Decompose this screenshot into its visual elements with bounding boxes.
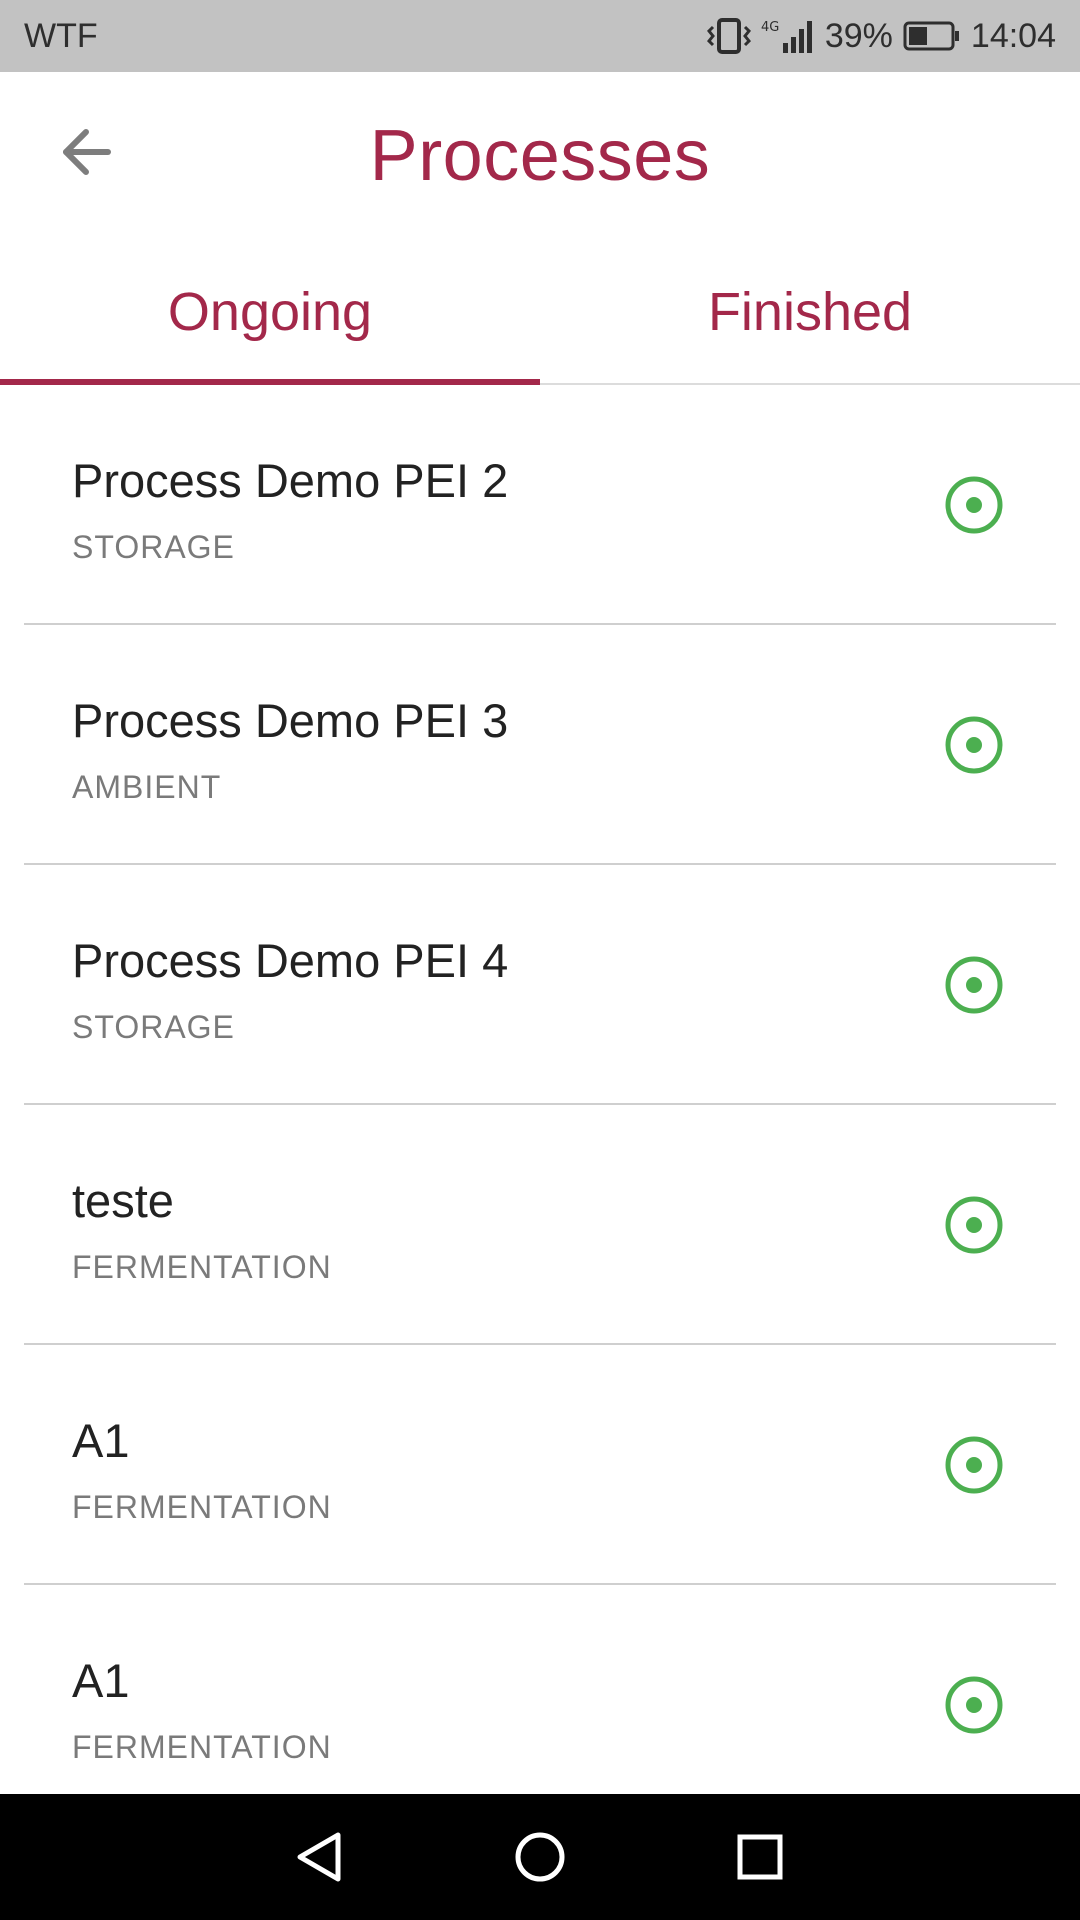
radio-active-icon xyxy=(945,1436,1003,1494)
radio-active-icon xyxy=(945,476,1003,534)
list-item[interactable]: Process Demo PEI 3 AMBIENT xyxy=(24,625,1056,865)
triangle-back-icon xyxy=(297,1832,341,1882)
process-type: STORAGE xyxy=(72,1009,235,1045)
list-item[interactable]: A1 FERMENTATION xyxy=(24,1345,1056,1585)
status-bar: WTF 4G 39% 14:04 xyxy=(0,0,1080,72)
process-type: FERMENTATION xyxy=(72,1489,332,1525)
carrier-label: WTF xyxy=(24,16,98,55)
page-title: Processes xyxy=(369,116,711,196)
nav-home-button[interactable] xyxy=(505,1822,575,1892)
list-item[interactable]: Process Demo PEI 4 STORAGE xyxy=(24,865,1056,1105)
process-type: STORAGE xyxy=(72,529,235,565)
process-name: Process Demo PEI 3 xyxy=(72,694,509,747)
process-type: AMBIENT xyxy=(72,769,222,805)
svg-text:4G: 4G xyxy=(761,20,779,35)
nav-recents-button[interactable] xyxy=(725,1822,795,1892)
arrow-left-icon xyxy=(60,128,112,181)
list-item[interactable]: teste FERMENTATION xyxy=(24,1105,1056,1345)
process-name: teste xyxy=(72,1174,174,1227)
process-name: A1 xyxy=(72,1654,130,1707)
list-item[interactable]: Process Demo PEI 2 STORAGE xyxy=(24,385,1056,625)
back-button[interactable] xyxy=(44,112,128,196)
tab-finished[interactable]: Finished xyxy=(540,240,1080,383)
tab-bar: Ongoing Finished xyxy=(0,240,1080,385)
process-list: Process Demo PEI 2 STORAGE Process Demo … xyxy=(0,385,1080,1825)
radio-active-icon xyxy=(945,1196,1003,1254)
list-item[interactable]: A1 FERMENTATION xyxy=(24,1585,1056,1825)
app-bar: Processes xyxy=(0,72,1080,240)
system-nav-bar xyxy=(0,1794,1080,1920)
process-type: FERMENTATION xyxy=(72,1249,332,1285)
screen: WTF 4G 39% 14:04 Processes Ongoing Finis… xyxy=(0,0,1080,1920)
battery-icon xyxy=(903,20,961,52)
process-name: Process Demo PEI 2 xyxy=(72,454,509,507)
radio-active-icon xyxy=(945,1676,1003,1734)
signal-4g-icon: 4G xyxy=(761,17,815,55)
radio-active-icon xyxy=(945,716,1003,774)
tab-ongoing[interactable]: Ongoing xyxy=(0,240,540,385)
square-recents-icon xyxy=(737,1834,783,1880)
battery-percent: 39% xyxy=(824,16,893,55)
nav-back-button[interactable] xyxy=(285,1822,355,1892)
vibrate-icon xyxy=(706,17,751,55)
clock-time: 14:04 xyxy=(970,16,1056,55)
circle-home-icon xyxy=(515,1832,565,1882)
process-name: Process Demo PEI 4 xyxy=(72,934,509,987)
radio-active-icon xyxy=(945,956,1003,1014)
process-name: A1 xyxy=(72,1414,130,1467)
status-indicators: 4G 39% 14:04 xyxy=(706,16,1056,56)
process-type: FERMENTATION xyxy=(72,1729,332,1765)
